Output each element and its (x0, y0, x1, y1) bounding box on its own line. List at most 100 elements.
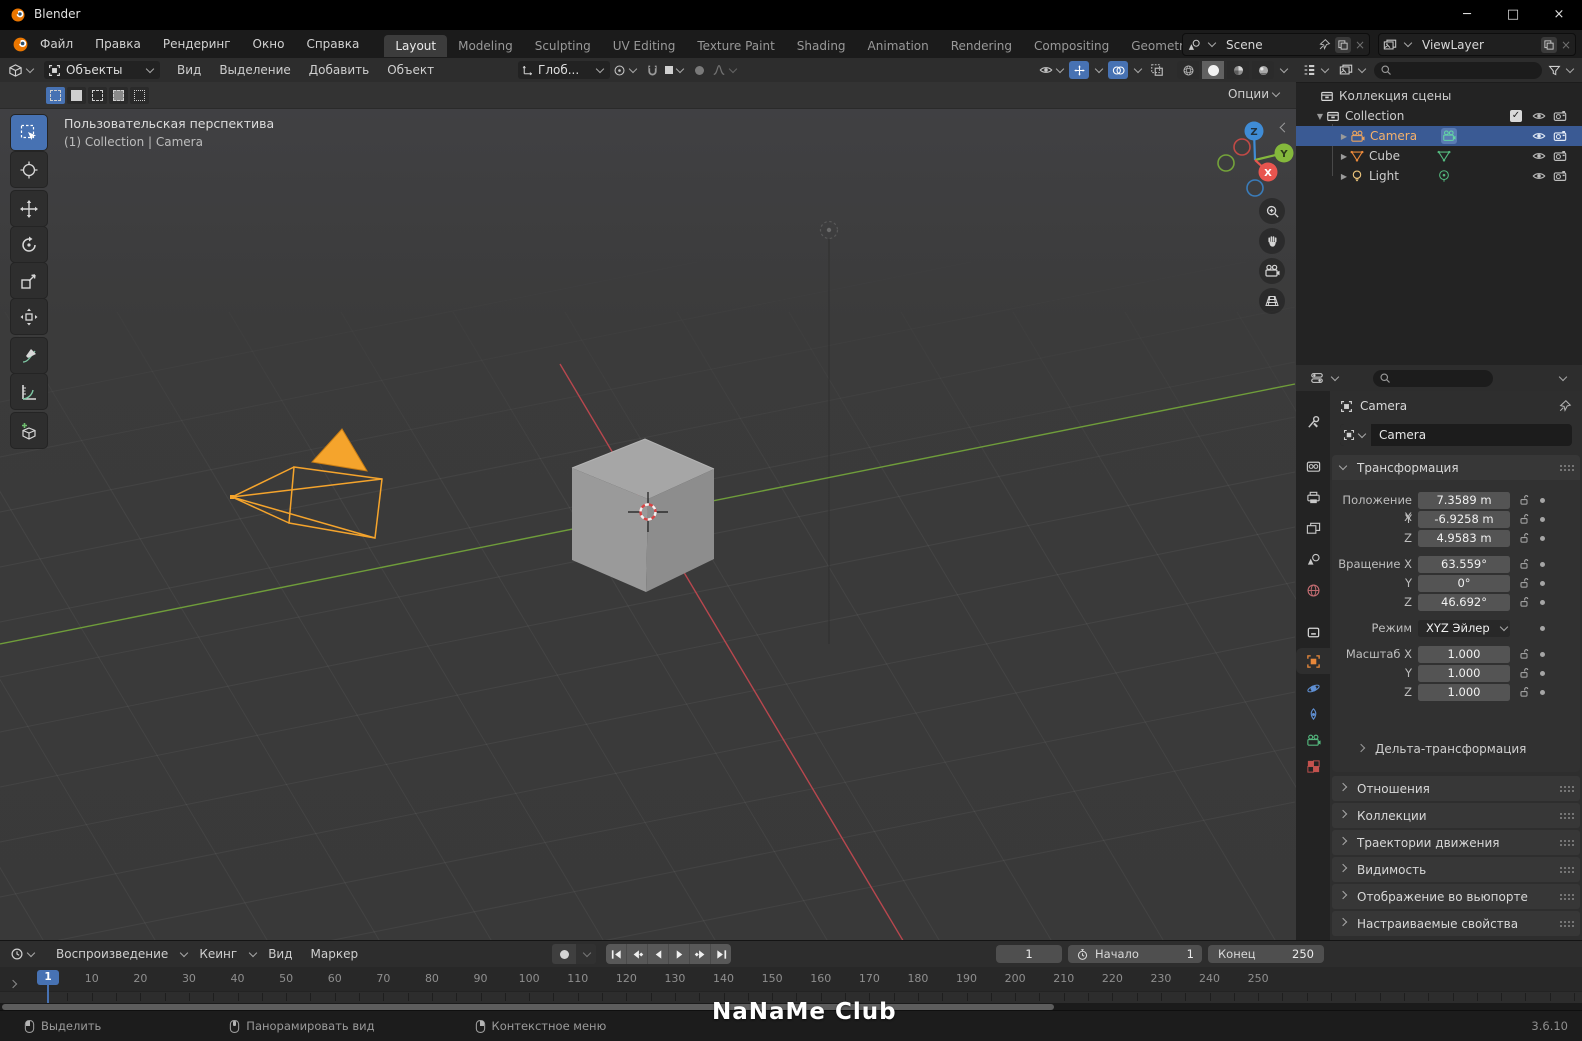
tab-particles[interactable] (1296, 701, 1330, 727)
auto-keying-toggle[interactable] (552, 944, 576, 964)
scale-z-field[interactable]: 1.000 (1418, 684, 1510, 701)
shading-material-button[interactable] (1227, 61, 1249, 79)
outliner-row-camera[interactable]: ▶ Camera (1296, 126, 1582, 146)
select-mode-set-button[interactable] (46, 86, 65, 104)
filter-icon[interactable] (1548, 64, 1561, 77)
tab-object[interactable] (1296, 648, 1330, 674)
render-visibility-icon[interactable] (1553, 129, 1567, 143)
xray-toggle[interactable] (1147, 61, 1167, 79)
outliner-row-light[interactable]: ▶ Light (1296, 166, 1582, 186)
scale-tool[interactable] (10, 262, 48, 299)
light-data-icon[interactable] (1437, 169, 1451, 183)
object-name-field[interactable]: Camera (1340, 424, 1572, 446)
disclosure-icon[interactable]: ▼ (1314, 112, 1326, 121)
menu-view[interactable]: Вид (259, 942, 301, 966)
proportional-editing-toggle[interactable] (689, 61, 709, 79)
remove-viewlayer-icon[interactable]: × (1561, 38, 1571, 52)
frame-end-field[interactable]: Конец 250 (1208, 945, 1324, 963)
panel-viewport-display[interactable]: Отображение во вьюпорте (1332, 884, 1580, 909)
tab-texture[interactable] (1296, 753, 1330, 779)
animate-dot[interactable] (1540, 690, 1545, 695)
rotation-z-field[interactable]: 46.692° (1418, 594, 1510, 611)
outliner-row-collection[interactable]: ▼ Collection ✓ (1296, 106, 1582, 126)
minimize-button[interactable]: ─ (1444, 0, 1490, 30)
current-frame-field[interactable]: 1 (996, 945, 1062, 963)
workspace-tab-compositing[interactable]: Compositing (1023, 35, 1120, 57)
location-y-field[interactable]: -6.9258 m (1418, 511, 1510, 528)
outliner-row-cube[interactable]: ▶ Cube (1296, 146, 1582, 166)
properties-search-input[interactable] (1373, 369, 1493, 387)
animate-dot[interactable] (1540, 498, 1545, 503)
chevron-down-icon[interactable] (1133, 64, 1143, 73)
workspace-tab-modeling[interactable]: Modeling (447, 35, 524, 57)
shading-wireframe-button[interactable] (1177, 61, 1199, 79)
keying-set-dropdown[interactable] (576, 944, 596, 964)
location-x-field[interactable]: 7.3589 m (1418, 492, 1510, 509)
tab-physics[interactable] (1296, 675, 1330, 701)
transform-tool[interactable] (10, 298, 48, 335)
select-mode-intersect-button[interactable] (130, 86, 149, 104)
workspace-tab-uv-editing[interactable]: UV Editing (602, 35, 687, 57)
animate-dot[interactable] (1540, 626, 1545, 631)
lock-icon[interactable] (1518, 648, 1530, 660)
disclosure-icon[interactable]: ▶ (1338, 172, 1350, 181)
workspace-tab-texture-paint[interactable]: Texture Paint (686, 35, 785, 57)
proportional-falloff-dropdown[interactable] (712, 61, 739, 79)
object-name-value[interactable]: Camera (1371, 428, 1426, 442)
animate-dot[interactable] (1540, 600, 1545, 605)
menu-window[interactable]: Окно (242, 30, 296, 58)
render-visibility-icon[interactable] (1553, 149, 1567, 163)
workspace-tab-layout[interactable]: Layout (384, 34, 448, 57)
outliner-search-input[interactable] (1374, 61, 1542, 79)
tab-view-layer[interactable] (1296, 515, 1330, 541)
workspace-tab-animation[interactable]: Animation (857, 35, 940, 57)
viewlayer-name[interactable]: ViewLayer (1418, 38, 1537, 52)
frame-start-field[interactable]: Начало 1 (1068, 945, 1202, 963)
animate-dot[interactable] (1540, 562, 1545, 567)
checkbox-icon[interactable]: ✓ (1510, 110, 1522, 122)
panel-collections[interactable]: Коллекции (1332, 803, 1580, 828)
animate-dot[interactable] (1540, 652, 1545, 657)
hide-eye-icon[interactable] (1532, 109, 1546, 123)
hide-eye-icon[interactable] (1532, 129, 1546, 143)
outliner-editor-icon[interactable] (1302, 63, 1316, 77)
ortho-view-button[interactable] (1259, 288, 1285, 314)
scale-y-field[interactable]: 1.000 (1418, 665, 1510, 682)
maximize-button[interactable]: □ (1490, 0, 1536, 30)
menu-playback[interactable]: Воспроизведение (47, 942, 177, 966)
snap-settings-dropdown[interactable] (665, 61, 686, 79)
animate-dot[interactable] (1540, 517, 1545, 522)
show-overlays-toggle[interactable] (1108, 61, 1128, 79)
new-viewlayer-button[interactable] (1540, 36, 1557, 53)
pan-view-button[interactable] (1259, 228, 1285, 254)
play-reverse-button[interactable] (648, 944, 669, 964)
lock-icon[interactable] (1518, 513, 1530, 525)
measure-tool[interactable] (10, 373, 48, 410)
timeline-editor-icon[interactable] (10, 947, 24, 961)
properties-editor-icon[interactable] (1310, 371, 1324, 385)
select-mode-subtract-button[interactable] (88, 86, 107, 104)
menu-add[interactable]: Добавить (300, 58, 378, 82)
scene-selector[interactable]: Scene × (1182, 33, 1370, 56)
snap-toggle[interactable] (642, 61, 662, 79)
tab-tool[interactable] (1296, 409, 1330, 435)
menu-edit[interactable]: Правка (84, 30, 152, 58)
close-button[interactable]: × (1536, 0, 1582, 30)
panel-relations[interactable]: Отношения (1332, 776, 1580, 801)
render-visibility-icon[interactable] (1553, 169, 1567, 183)
shading-rendered-button[interactable] (1252, 61, 1274, 79)
lock-icon[interactable] (1518, 596, 1530, 608)
editor-type-icon[interactable] (8, 63, 23, 78)
lock-icon[interactable] (1518, 558, 1530, 570)
select-mode-invert-button[interactable] (109, 86, 128, 104)
tab-object-data[interactable] (1296, 727, 1330, 753)
jump-to-end-button[interactable] (711, 944, 731, 964)
panel-custom-properties[interactable]: Настраиваемые свойства (1332, 911, 1580, 936)
panel-motion-paths[interactable]: Траектории движения (1332, 830, 1580, 855)
object-id-icon[interactable] (1340, 424, 1371, 446)
new-scene-button[interactable] (1334, 36, 1351, 53)
rotation-y-field[interactable]: 0° (1418, 575, 1510, 592)
next-keyframe-button[interactable] (690, 944, 711, 964)
location-z-field[interactable]: 4.9583 m (1418, 530, 1510, 547)
camera-view-button[interactable] (1259, 258, 1285, 284)
